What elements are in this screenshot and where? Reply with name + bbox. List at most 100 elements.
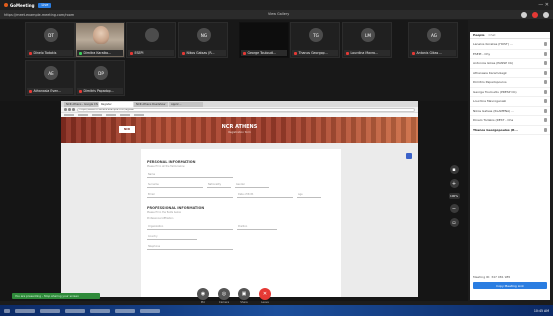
view-toggle[interactable]: View Gallery	[268, 12, 289, 16]
app-brand[interactable]: GoMeeting	[4, 3, 34, 8]
video-tile[interactable]: AG Antonis Gikas ...	[408, 22, 458, 58]
video-tile[interactable]: AE Athanasia Even...	[25, 60, 75, 96]
control-share[interactable]: ▣ Share	[238, 288, 250, 304]
phone-input[interactable]: Telephone	[147, 244, 233, 250]
mic-icon[interactable]	[544, 89, 547, 94]
taskbar-app[interactable]	[40, 308, 60, 313]
video-tile[interactable]: TG Thanos Georgop...	[290, 22, 340, 58]
zoom-in-icon[interactable]: +	[449, 179, 459, 188]
fit-screen-icon[interactable]: ▫	[449, 218, 459, 227]
participant-name: Athanasia Karamolegk	[473, 70, 507, 75]
browser-tab[interactable]: NCR Athens - Google Chrome	[64, 102, 98, 107]
video-tile[interactable]: LM Lourdina Mavro...	[342, 22, 392, 58]
video-tile[interactable]: Dimitra Karaiko...	[75, 22, 125, 58]
meeting-url[interactable]: https://meet.example-meeting.com/room	[4, 13, 74, 17]
surname-input[interactable]: Surname	[147, 182, 203, 188]
browser-tab[interactable]: Register	[99, 102, 133, 107]
people-icon[interactable]	[521, 11, 527, 18]
mic-icon[interactable]	[544, 51, 547, 56]
name-input[interactable]: Name	[147, 172, 233, 178]
taskbar-app[interactable]	[15, 308, 35, 313]
participant-row[interactable]: Thanos Georgopoulos (R...	[470, 126, 550, 135]
scroll-top-button[interactable]	[406, 153, 412, 159]
mic-icon[interactable]	[544, 42, 547, 47]
control-label: Share	[240, 301, 248, 304]
window-controls-icon[interactable]: — ✕	[538, 2, 549, 8]
participant-row[interactable]: Dimitris Papadopoulos	[470, 78, 550, 88]
participants-panel: People Chat Lanelos Korakas (HOST) ... ES…	[470, 32, 550, 300]
zoom-out-icon[interactable]: −	[449, 204, 459, 213]
record-icon[interactable]	[532, 11, 538, 18]
taskbar-app[interactable]	[65, 308, 85, 313]
copy-meeting-link-button[interactable]: Copy Meeting Link	[473, 282, 547, 289]
browser-tab[interactable]: Applic...	[169, 102, 203, 107]
participant-name: Lourdina Mavro...	[350, 51, 379, 55]
browser-tab[interactable]: NCR Athens Roadshow	[134, 102, 168, 107]
zoom-level: 100%	[448, 193, 460, 199]
mic-button[interactable]: ◉	[197, 288, 209, 300]
tab-chat[interactable]: Chat	[489, 33, 496, 37]
camera-snapshot-icon[interactable]: ▪	[449, 165, 459, 174]
mic-status-icon	[182, 51, 185, 55]
video-tile[interactable]: ESEPI	[126, 22, 176, 58]
mic-icon[interactable]	[544, 127, 547, 132]
position-select[interactable]: Position	[237, 224, 277, 230]
bookmark[interactable]	[134, 114, 144, 116]
reload-icon[interactable]	[72, 108, 75, 111]
leave-button[interactable]: ✕	[259, 288, 271, 300]
video-tile[interactable]: DT Dinelo Todakis	[25, 22, 75, 58]
participant-row[interactable]: Dinelo Todakis (REST - Cha	[470, 116, 550, 126]
browser-address-field[interactable]: https://www.ncr-athens.example.com/regis…	[76, 107, 415, 112]
settings-icon[interactable]	[543, 11, 549, 18]
title-bar: GoMeeting Live — ✕	[0, 0, 553, 10]
gender-select[interactable]: Gender	[235, 182, 269, 188]
mic-status-icon	[79, 51, 82, 55]
email-input[interactable]: Email	[147, 192, 233, 198]
mic-icon[interactable]	[544, 80, 547, 85]
presenting-status[interactable]: You are presenting - Stop sharing your s…	[12, 293, 100, 299]
tab-people[interactable]: People	[473, 33, 485, 37]
taskbar-app[interactable]	[140, 308, 160, 313]
camera-button[interactable]: ◎	[218, 288, 230, 300]
participant-name: Thanos Georgopoulos (R...	[473, 127, 518, 132]
mic-icon[interactable]	[544, 99, 547, 104]
mic-icon[interactable]	[544, 61, 547, 66]
control-leave[interactable]: ✕ Leave	[259, 288, 271, 304]
participant-row[interactable]: ESEPI - Chy	[470, 50, 550, 59]
back-icon[interactable]	[64, 108, 67, 111]
video-tile[interactable]: NG Nikos Gatsas (R...	[178, 22, 228, 58]
app-brand-label: GoMeeting	[10, 2, 35, 8]
nationality-input[interactable]: Nationality	[207, 182, 231, 188]
mic-icon[interactable]	[544, 118, 547, 123]
bookmark[interactable]	[106, 114, 116, 116]
avatar: LM	[361, 28, 375, 42]
country-input[interactable]: Country	[147, 234, 197, 240]
mic-icon[interactable]	[544, 108, 547, 113]
video-tile[interactable]: DP Dimitris Papadop...	[75, 60, 125, 96]
participant-row[interactable]: Antonios Gikas (PANSP Cb)	[470, 59, 550, 69]
start-icon[interactable]	[4, 308, 10, 313]
video-tile[interactable]: George Touloudi...	[239, 22, 289, 58]
bookmark[interactable]	[78, 114, 88, 116]
organization-input[interactable]: Organization	[147, 224, 233, 230]
participant-row[interactable]: Nikos Gatsas (RLAMENA) ...	[470, 107, 550, 116]
control-mic[interactable]: ◉ Mic	[197, 288, 209, 304]
share-button[interactable]: ▣	[238, 288, 250, 300]
mic-icon[interactable]	[544, 70, 547, 75]
taskbar-clock: 10:45 AM	[533, 308, 549, 313]
bookmark[interactable]	[64, 114, 74, 116]
shared-browser-window[interactable]: NCR Athens - Google ChromeRegisterNCR At…	[61, 101, 418, 297]
taskbar-app[interactable]	[90, 308, 110, 313]
forward-icon[interactable]	[68, 108, 71, 111]
participant-row[interactable]: Lourdina Mavrogenaki	[470, 97, 550, 107]
participant-row[interactable]: Lanelos Korakas (HOST) ...	[470, 40, 550, 50]
participant-row[interactable]: George Touloudis (PRESP Cb)	[470, 88, 550, 97]
date-input[interactable]: Date of Birth	[237, 192, 293, 198]
control-camera[interactable]: ◎ Camera	[218, 288, 230, 304]
participant-name: Antonis Gikas ...	[416, 51, 443, 55]
bookmark[interactable]	[92, 114, 102, 116]
taskbar-app[interactable]	[115, 308, 135, 313]
bookmark[interactable]	[120, 114, 130, 116]
age-input[interactable]: Age	[297, 192, 321, 198]
participant-row[interactable]: Athanasia Karamolegk	[470, 69, 550, 78]
